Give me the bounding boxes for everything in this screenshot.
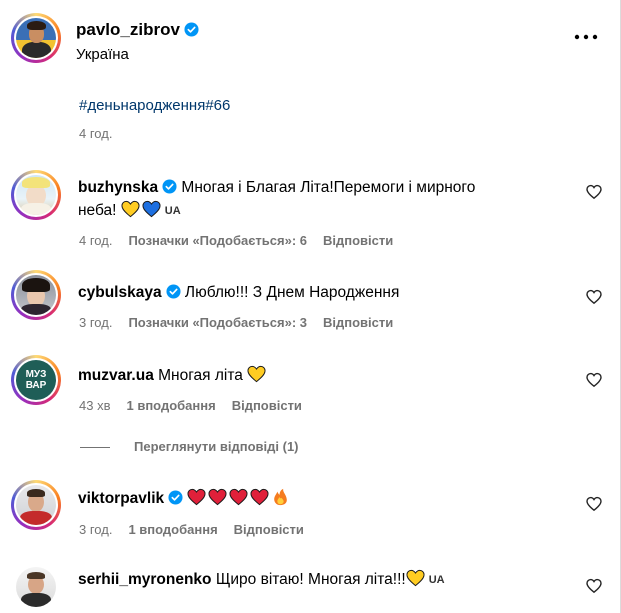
verified-badge-icon <box>168 490 183 505</box>
reply-button[interactable]: Відповісти <box>323 233 393 248</box>
verified-badge-icon <box>184 22 199 37</box>
yellow-heart-emoji <box>406 569 425 587</box>
comment-text: buzhynska Многая і Благая Літа!Перемоги … <box>78 176 553 223</box>
post-header: pavlo_zibrov Україна <box>0 0 620 70</box>
comment-time[interactable]: 3 год. <box>79 315 112 330</box>
comment-likes-count[interactable]: Позначки «Подобається»: 6 <box>128 233 307 248</box>
red-heart-emoji <box>229 488 248 506</box>
comment-likes-count[interactable]: 1 вподобання <box>128 522 217 537</box>
reply-button[interactable]: Відповісти <box>323 315 393 330</box>
comment-time[interactable]: 3 год. <box>79 522 112 537</box>
author-avatar[interactable] <box>11 13 61 63</box>
yellow-heart-emoji <box>121 200 140 218</box>
blue-heart-emoji <box>142 200 161 218</box>
comment-body: Многая літа <box>158 367 243 384</box>
ua-flag-emoji: UA <box>164 205 181 217</box>
commenter-avatar[interactable] <box>11 562 61 612</box>
comment-text: cybulskaya Люблю!!! З Днем Народження <box>78 281 553 304</box>
post-location[interactable]: Україна <box>76 46 129 63</box>
verified-badge-icon <box>166 284 181 299</box>
comment-body-line1: Многая і Благая Літа!Перемоги і мирного <box>181 179 476 196</box>
fire-emoji <box>274 488 288 506</box>
avatar-logo-top: МУЗ <box>25 369 47 380</box>
post-comments-panel: pavlo_zibrov Україна #деньнародження#66 … <box>0 0 621 613</box>
comment-likes-count[interactable]: 1 вподобання <box>126 398 215 413</box>
like-heart-icon[interactable] <box>586 372 602 388</box>
caption-time[interactable]: 4 год. <box>79 126 112 141</box>
verified-badge-icon <box>162 179 177 194</box>
like-heart-icon[interactable] <box>586 289 602 305</box>
more-options-icon[interactable] <box>573 28 599 46</box>
like-heart-icon[interactable] <box>586 578 602 594</box>
view-replies-button[interactable]: Переглянути відповіді (1) <box>80 437 380 457</box>
comment-likes-count[interactable]: Позначки «Подобається»: 3 <box>128 315 307 330</box>
ua-flag-emoji: UA <box>428 574 445 586</box>
comment-meta: 3 год. 1 вподобання Відповісти <box>79 522 320 537</box>
commenter-username[interactable]: buzhynska <box>78 179 158 196</box>
view-replies-label[interactable]: Переглянути відповіді (1) <box>134 439 299 454</box>
commenter-username[interactable]: muzvar.ua <box>78 367 154 384</box>
author-username-text[interactable]: pavlo_zibrov <box>76 20 180 39</box>
red-heart-emoji <box>208 488 227 506</box>
comment-meta: 3 год. Позначки «Подобається»: 3 Відповіст… <box>79 315 409 330</box>
comment-text: viktorpavlik <box>78 487 553 510</box>
commenter-username[interactable]: cybulskaya <box>78 284 162 301</box>
comment-text: serhii_myronenko Щиро вітаю! Многая літа… <box>78 568 553 592</box>
comment-body: Люблю!!! З Днем Народження <box>184 284 400 301</box>
commenter-avatar[interactable] <box>11 170 61 220</box>
caption-hashtag[interactable]: #деньнародження#66 <box>79 97 230 114</box>
comment-body-line2: неба! <box>78 202 117 219</box>
commenter-avatar[interactable] <box>11 270 61 320</box>
reply-button[interactable]: Відповісти <box>234 522 304 537</box>
comment-meta: 43 хв 1 вподобання Відповісти <box>79 398 318 413</box>
like-heart-icon[interactable] <box>586 496 602 512</box>
like-heart-icon[interactable] <box>586 184 602 200</box>
commenter-username[interactable]: serhii_myronenko <box>78 571 212 588</box>
comment-text: muzvar.ua Многая літа <box>78 364 553 387</box>
author-username[interactable]: pavlo_zibrov <box>76 20 199 40</box>
reply-button[interactable]: Відповісти <box>232 398 302 413</box>
commenter-avatar[interactable] <box>11 480 61 530</box>
yellow-heart-emoji <box>247 365 266 383</box>
comment-meta: 4 год. Позначки «Подобається»: 6 Відповіст… <box>79 233 409 248</box>
commenter-username[interactable]: viktorpavlik <box>78 490 164 507</box>
comment-time[interactable]: 4 год. <box>79 233 112 248</box>
replies-divider <box>80 447 110 448</box>
comment-time[interactable]: 43 хв <box>79 398 110 413</box>
red-heart-emoji <box>250 488 269 506</box>
avatar-logo-bottom: ВАР <box>25 380 47 391</box>
comment-body: Щиро вітаю! Многая літа!!! <box>215 571 406 588</box>
red-heart-emoji <box>187 488 206 506</box>
commenter-avatar[interactable]: МУЗ ВАР <box>11 355 61 405</box>
